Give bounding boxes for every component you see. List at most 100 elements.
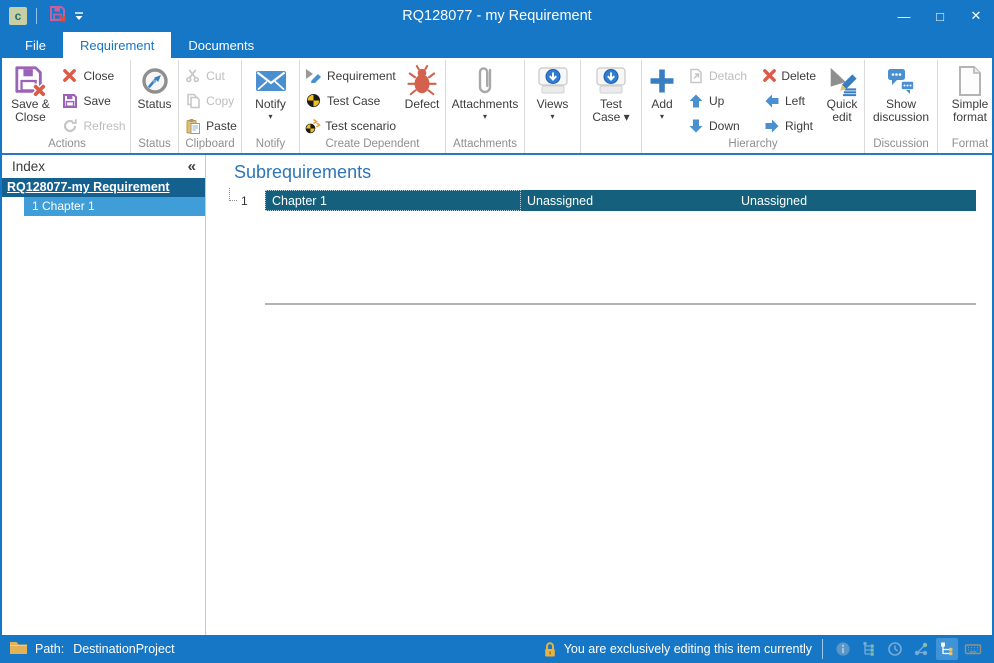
status-button[interactable]: Status (135, 60, 173, 111)
move-up-label: Up (709, 94, 724, 108)
subrequirement-row[interactable]: 1 Chapter 1 Unassigned Unassigned (228, 190, 976, 211)
quick-edit-button[interactable]: Quick edit (820, 60, 864, 124)
title-bar: c RQ128077 - my Requirement — □ ✕ (0, 0, 994, 32)
close-icon (60, 67, 79, 84)
ribbon-tab-row: File Requirement Documents (0, 32, 994, 58)
move-left-button[interactable]: Left (758, 88, 820, 113)
collapse-panel-icon[interactable]: « (188, 158, 196, 175)
detach-button[interactable]: Detach (682, 63, 758, 88)
row-index: 1 (241, 194, 256, 208)
folder-icon (9, 640, 28, 658)
test-scenario-icon (304, 117, 321, 134)
test-case-views-label: Test Case ▾ (592, 98, 629, 124)
move-down-button[interactable]: Down (682, 113, 758, 138)
close-button[interactable]: Close (56, 63, 129, 88)
quick-access-save-button[interactable] (46, 4, 68, 28)
tab-documents[interactable]: Documents (171, 32, 271, 58)
paste-button[interactable]: Paste (179, 113, 241, 138)
views-circle-down-icon (536, 64, 570, 98)
status-bar: Path: DestinationProject You are exclusi… (0, 635, 994, 663)
index-panel-header: Index « (2, 155, 205, 178)
index-item-requirement[interactable]: RQ128077-my Requirement (2, 178, 205, 197)
attachments-button[interactable]: Attachments ▾ (450, 60, 521, 121)
defect-label: Defect (405, 98, 440, 111)
info-icon[interactable] (832, 638, 854, 660)
attachments-label: Attachments (452, 98, 519, 111)
quick-access-customize-icon[interactable] (68, 4, 90, 28)
tree-view-icon[interactable] (936, 638, 958, 660)
ribbon-group-actions: Save & Close Close (4, 60, 131, 153)
app-icon[interactable]: c (9, 7, 27, 25)
row-owner-cell[interactable]: Unassigned (521, 190, 735, 211)
save-button[interactable]: Save (56, 88, 129, 113)
delete-label: Delete (781, 69, 816, 83)
subrequirement-row-bar: Chapter 1 Unassigned Unassigned (265, 190, 976, 211)
tab-requirement[interactable]: Requirement (63, 32, 171, 58)
cut-button[interactable]: Cut (179, 63, 241, 88)
create-requirement-button[interactable]: Requirement (300, 63, 400, 88)
create-test-case-button[interactable]: Test Case (300, 88, 400, 113)
create-requirement-label: Requirement (327, 69, 396, 83)
create-test-case-label: Test Case (327, 94, 380, 108)
close-label: Close (83, 69, 114, 83)
path-value: DestinationProject (73, 642, 174, 656)
ribbon-group-notify: Notify ▾ Notify (242, 60, 300, 153)
refresh-button[interactable]: Refresh (56, 113, 129, 138)
delete-button[interactable]: Delete (758, 63, 820, 88)
ribbon-group-test-case: Test Case ▾ (581, 60, 642, 153)
move-down-label: Down (709, 119, 740, 133)
editing-message: You are exclusively editing this item cu… (564, 642, 812, 656)
move-up-button[interactable]: Up (682, 88, 758, 113)
save-label: Save (83, 94, 110, 108)
show-discussion-button[interactable]: Show discussion (871, 60, 931, 124)
minimize-button[interactable]: — (886, 0, 922, 32)
create-dependent-group-label: Create Dependent (300, 138, 445, 153)
add-button[interactable]: Add ▾ (642, 60, 682, 121)
hierarchy-icon[interactable] (858, 638, 880, 660)
move-right-button[interactable]: Right (758, 113, 820, 138)
create-test-scenario-button[interactable]: Test scenario (300, 113, 400, 138)
notify-button[interactable]: Notify ▾ (253, 60, 289, 121)
ribbon-group-clipboard: Cut Copy (179, 60, 242, 153)
index-item-chapter[interactable]: 1 Chapter 1 (24, 197, 205, 216)
copy-icon (183, 92, 202, 109)
arrow-left-icon (762, 92, 781, 109)
status-label: Status (137, 98, 171, 111)
keyboard-icon[interactable] (962, 638, 984, 660)
create-test-scenario-label: Test scenario (325, 119, 396, 133)
show-discussion-label: Show discussion (873, 98, 929, 124)
defect-button[interactable]: Defect (400, 60, 444, 111)
ribbon-group-attachments: Attachments ▾ Attachments (446, 60, 525, 153)
views-button[interactable]: Views ▾ (534, 60, 572, 121)
save-close-button[interactable]: Save & Close (4, 60, 56, 124)
window-body: Save & Close Close (0, 58, 994, 635)
copy-button[interactable]: Copy (179, 88, 241, 113)
paste-icon (183, 117, 202, 134)
ribbon-group-hierarchy: Add ▾ Detach (642, 60, 865, 153)
paste-label: Paste (206, 119, 237, 133)
history-icon[interactable] (884, 638, 906, 660)
simple-format-label: Simple format (952, 98, 989, 124)
simple-format-button[interactable]: Simple format (950, 60, 991, 124)
test-case-views-button[interactable]: Test Case ▾ (590, 60, 631, 124)
index-item-chapter-row: 1 Chapter 1 (2, 197, 205, 216)
row-name-cell[interactable]: Chapter 1 (265, 190, 521, 211)
status-bar-right: You are exclusively editing this item cu… (543, 638, 986, 660)
tree-indent (2, 197, 24, 216)
associations-icon[interactable] (910, 638, 932, 660)
arrow-down-icon (686, 117, 705, 134)
ribbon-group-create-dependent: Requirement Test Case (300, 60, 446, 153)
attachments-dropdown-caret: ▾ (483, 113, 487, 121)
ribbon-group-status: Status Status (131, 60, 179, 153)
maximize-button[interactable]: □ (922, 0, 958, 32)
tab-file[interactable]: File (8, 32, 63, 58)
close-window-button[interactable]: ✕ (958, 0, 994, 32)
actions-group-label: Actions (4, 138, 130, 153)
test-case-circle-down-icon (594, 64, 628, 98)
views-label: Views (537, 98, 569, 111)
row-release-cell[interactable]: Unassigned (735, 190, 976, 211)
copy-label: Copy (206, 94, 234, 108)
path-label: Path: (35, 642, 64, 656)
cut-label: Cut (206, 69, 225, 83)
delete-icon (762, 67, 777, 84)
